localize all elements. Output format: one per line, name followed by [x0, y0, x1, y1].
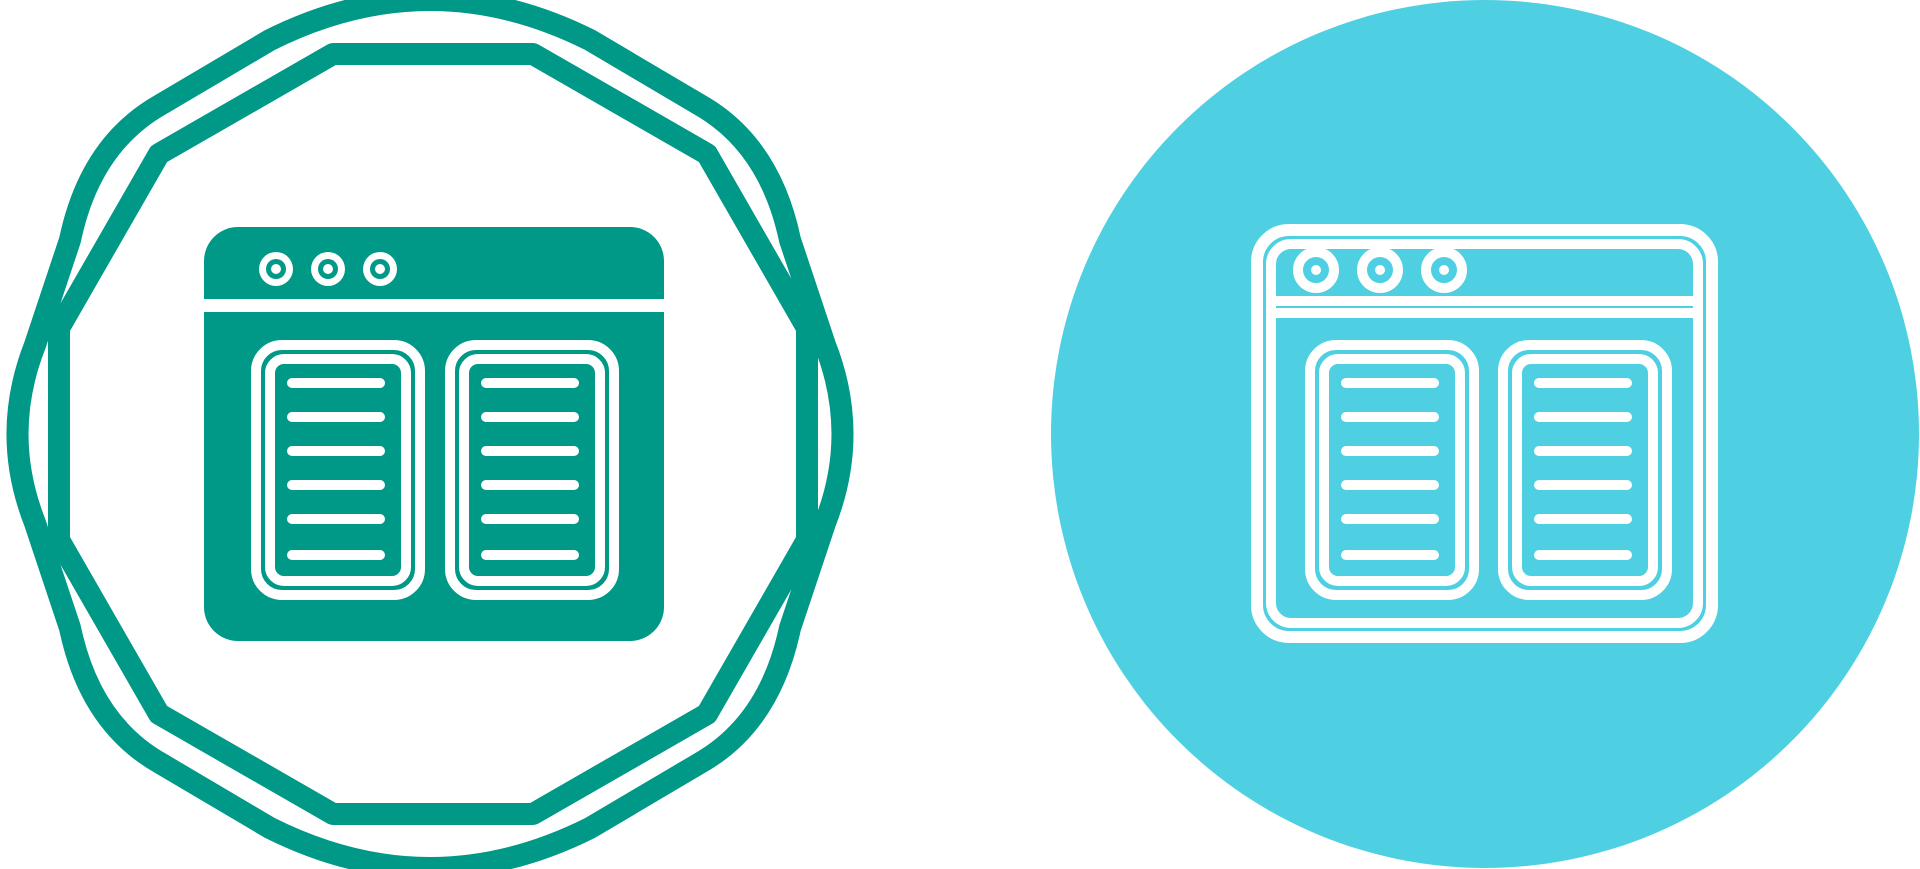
circle-svg	[1051, 0, 1919, 868]
circle-background	[1051, 0, 1919, 868]
browser-window-filled	[204, 227, 664, 641]
badge-svg	[6, 0, 854, 869]
browser-columns-badge-icon	[0, 0, 870, 869]
browser-columns-circle-icon	[1050, 0, 1920, 869]
